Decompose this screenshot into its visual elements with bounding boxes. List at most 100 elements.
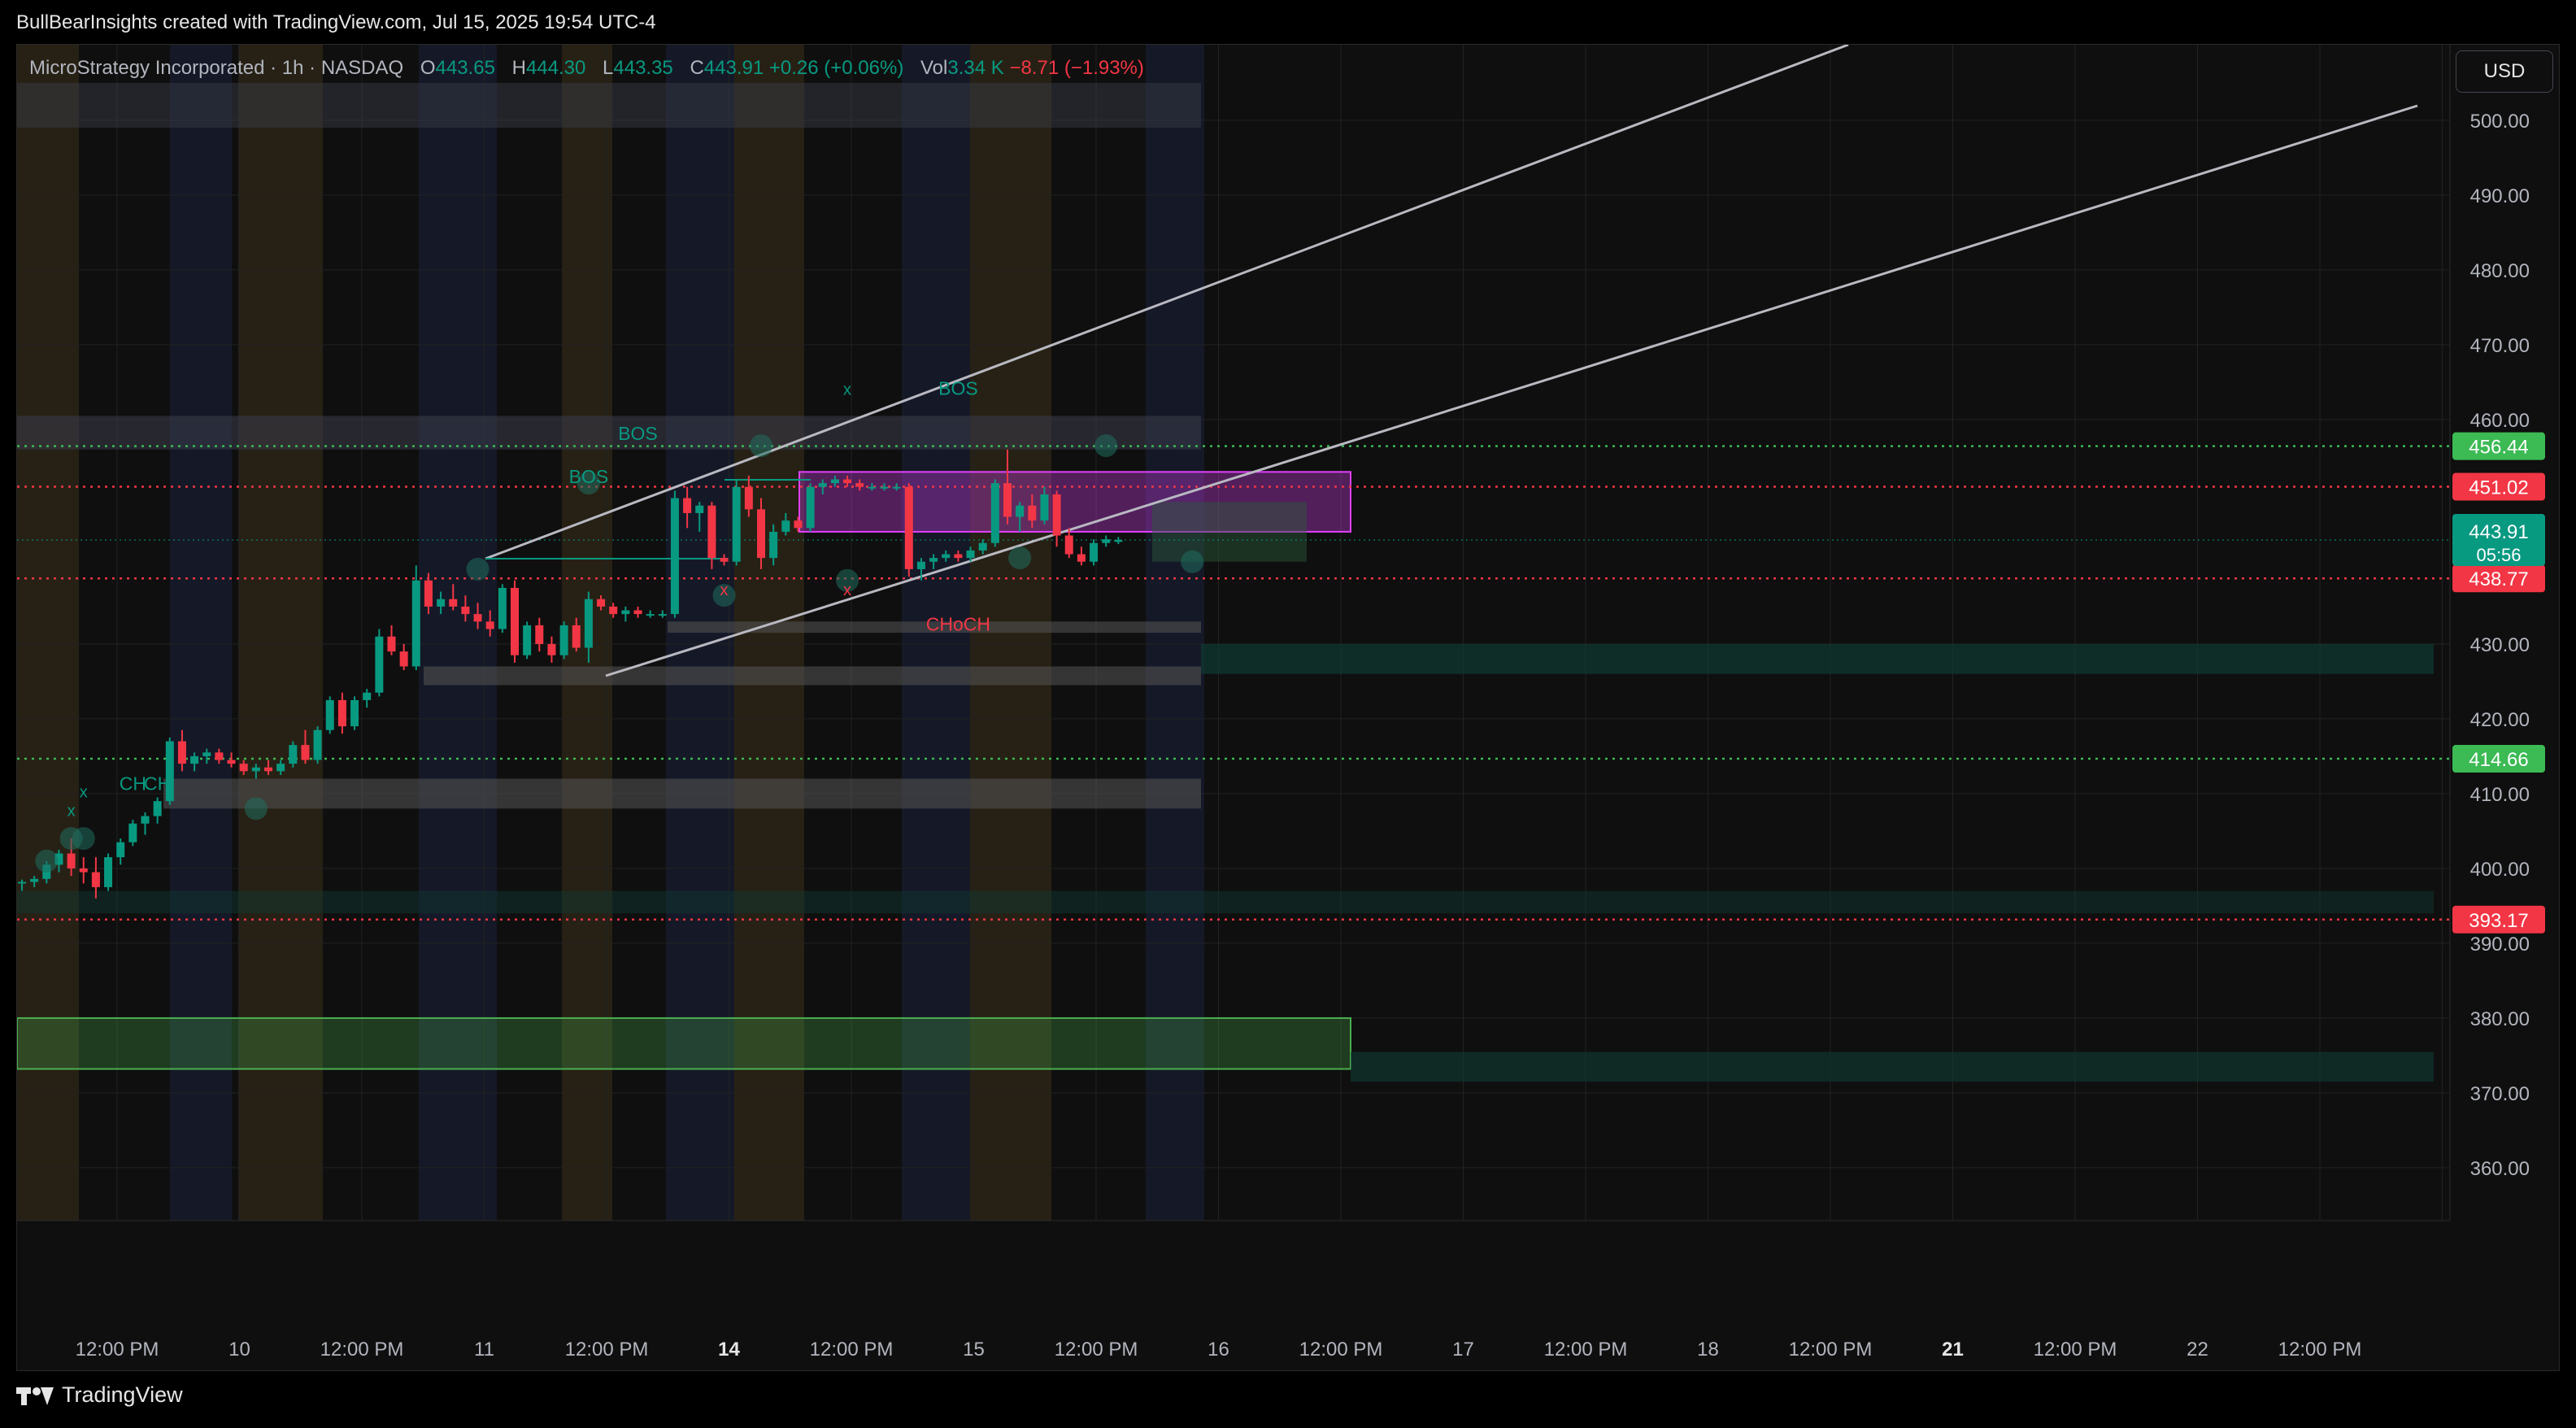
y-tick-label: 410.00 xyxy=(2470,784,2530,806)
demand-zone[interactable] xyxy=(17,890,2434,914)
chart-pane[interactable]: BOS BOS BOS CHoCH CH CH x x x x x 500.00 490.00 480.0… xyxy=(16,44,2560,1371)
y-tick-label: 500.00 xyxy=(2470,111,2530,133)
legend-high-label: H xyxy=(511,57,526,79)
candle[interactable] xyxy=(375,629,384,697)
candle[interactable] xyxy=(1114,537,1123,545)
candle[interactable] xyxy=(523,621,532,660)
legend-volume-value: 3.34 K xyxy=(947,57,1004,79)
candle[interactable] xyxy=(547,636,556,663)
candle[interactable] xyxy=(1052,490,1061,547)
y-tick-label: 400.00 xyxy=(2470,859,2530,881)
candle[interactable] xyxy=(116,838,125,865)
candle[interactable] xyxy=(141,812,150,835)
candle[interactable] xyxy=(498,584,507,633)
candle[interactable] xyxy=(313,726,322,764)
candle[interactable] xyxy=(658,610,667,618)
y-tick-label: 490.00 xyxy=(2470,185,2530,207)
candle[interactable] xyxy=(1077,546,1086,566)
svg-text:451.02: 451.02 xyxy=(2469,477,2528,499)
legend-low-label: L xyxy=(603,57,614,79)
svg-text:443.91: 443.91 xyxy=(2469,521,2528,543)
svg-text:05:56: 05:56 xyxy=(2476,545,2521,565)
candle[interactable] xyxy=(904,483,913,577)
annotation-label: CHoCH xyxy=(926,613,990,634)
x-tick-label: 12:00 PM xyxy=(810,1339,894,1361)
y-tick-label: 430.00 xyxy=(2470,634,2530,656)
demand-zone[interactable] xyxy=(1201,643,2434,674)
swing-marker xyxy=(244,797,268,821)
swing-marker xyxy=(466,557,490,581)
x-tick-label: 12:00 PM xyxy=(1544,1339,1628,1361)
y-tick-label: 470.00 xyxy=(2470,335,2530,357)
x-tick-label: 12:00 PM xyxy=(1299,1339,1383,1361)
candle[interactable] xyxy=(337,692,346,734)
legend-open-value: 443.65 xyxy=(435,57,495,79)
candle[interactable] xyxy=(325,696,334,734)
swing-marker xyxy=(72,827,95,851)
price-level-tag[interactable]: 451.02 xyxy=(2452,472,2545,501)
order-block-zone[interactable] xyxy=(1152,502,1307,562)
candle[interactable] xyxy=(535,617,544,652)
annotation-label: CH xyxy=(120,773,146,794)
order-block-zone[interactable] xyxy=(424,666,1201,686)
candle[interactable] xyxy=(363,689,372,708)
candle[interactable] xyxy=(621,606,630,622)
candle[interactable] xyxy=(387,625,396,655)
legend-symbol[interactable]: MicroStrategy Incorporated · 1h · NASDAQ xyxy=(29,57,403,79)
candle[interactable] xyxy=(153,797,162,824)
annotation-label: x xyxy=(67,803,76,821)
candle[interactable] xyxy=(806,483,815,532)
candle[interactable] xyxy=(1102,535,1111,547)
price-level-tag[interactable]: 438.77 xyxy=(2452,564,2545,593)
x-tick-label: 12:00 PM xyxy=(2278,1339,2362,1361)
legend-volume-change: −8.71 (−1.93%) xyxy=(1009,57,1144,79)
swing-marker xyxy=(750,434,772,458)
x-tick-label: 21 xyxy=(1942,1339,1964,1361)
candle[interactable] xyxy=(646,610,655,618)
candle[interactable] xyxy=(633,606,642,618)
x-tick-label: 12:00 PM xyxy=(76,1339,159,1361)
legend-high-value: 444.30 xyxy=(525,57,586,79)
x-tick-label: 12:00 PM xyxy=(320,1339,404,1361)
footer-brand[interactable]: TradingView xyxy=(16,1382,183,1408)
y-tick-label: 380.00 xyxy=(2470,1008,2530,1030)
annotation-label: BOS xyxy=(569,466,609,487)
order-block-zone[interactable] xyxy=(163,778,1201,809)
price-chart[interactable]: BOSBOSBOSCHoCHCHCHxxxx x500.00490.00480.0… xyxy=(17,45,2561,1372)
tradingview-logo-icon xyxy=(16,1385,54,1406)
candle[interactable] xyxy=(1090,539,1099,566)
channel-lower-line[interactable] xyxy=(605,104,2418,677)
demand-zone[interactable] xyxy=(1351,1051,2434,1082)
legend-volume-label: Vol xyxy=(920,57,948,79)
x-tick-label: 12:00 PM xyxy=(565,1339,649,1361)
candle[interactable] xyxy=(732,479,741,566)
annotation-label: x xyxy=(80,784,88,802)
demand-zone[interactable] xyxy=(17,1017,1351,1070)
candle[interactable] xyxy=(104,853,113,891)
annotation-label: BOS xyxy=(938,378,978,399)
candle[interactable] xyxy=(350,696,359,730)
price-level-tag[interactable]: 393.17 xyxy=(2452,905,2545,934)
candle[interactable] xyxy=(990,479,999,547)
candle[interactable] xyxy=(165,737,174,805)
supply-zone[interactable] xyxy=(17,416,1201,450)
candle[interactable] xyxy=(411,565,420,671)
price-level-tag[interactable]: 414.66 xyxy=(2452,745,2545,773)
candle[interactable] xyxy=(670,490,679,618)
currency-button[interactable]: USD xyxy=(2456,50,2553,93)
price-level-tag[interactable]: 456.44 xyxy=(2452,432,2545,460)
supply-zone[interactable] xyxy=(17,82,1201,128)
x-tick-label: 14 xyxy=(718,1339,740,1361)
price-level-tag[interactable]: 443.9105:56 xyxy=(2452,513,2545,566)
symbol-legend: MicroStrategy Incorporated · 1h · NASDAQ… xyxy=(29,57,1144,80)
x-tick-label: 12:00 PM xyxy=(1789,1339,1873,1361)
swing-marker xyxy=(1008,546,1032,570)
candle[interactable] xyxy=(79,857,88,884)
candle[interactable] xyxy=(399,643,408,671)
footer-brand-label: TradingView xyxy=(62,1382,183,1407)
candle[interactable] xyxy=(559,621,568,660)
candle[interactable] xyxy=(128,820,137,847)
candle[interactable] xyxy=(511,580,519,663)
candle[interactable] xyxy=(289,741,298,768)
svg-text:456.44: 456.44 xyxy=(2469,437,2528,459)
